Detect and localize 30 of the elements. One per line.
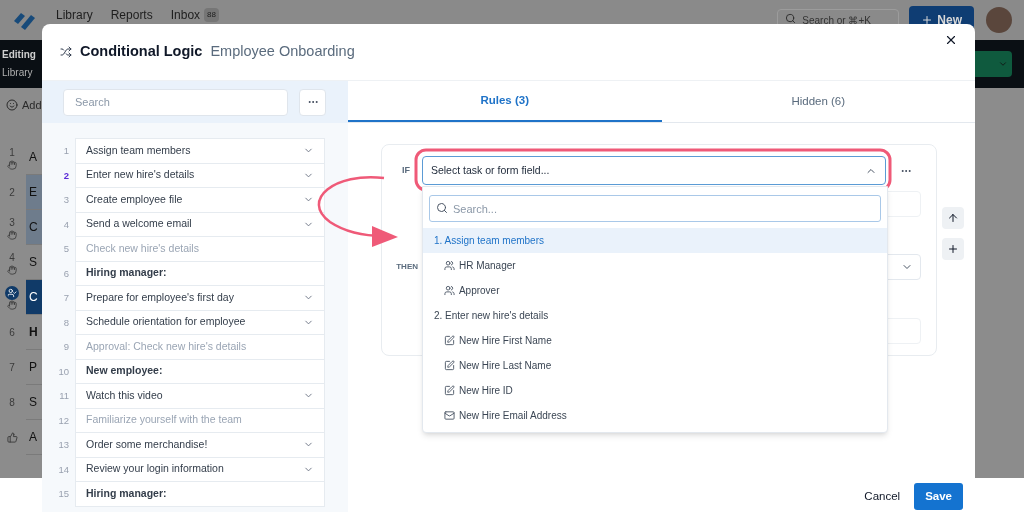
dialog-title: Conditional Logic <box>80 42 203 62</box>
step-number: 9 <box>62 340 70 355</box>
step-number: 8 <box>9 396 15 410</box>
step-number: 10 <box>57 364 70 379</box>
step-number: 11 <box>58 389 70 404</box>
step-number: 7 <box>9 361 15 375</box>
add-label: Add <box>22 97 42 113</box>
step-number: 3 <box>9 216 15 230</box>
step-number: 8 <box>62 315 70 330</box>
step-number: 2 <box>62 168 70 183</box>
then-label: THEN <box>395 261 419 273</box>
step-number: 1 <box>9 146 15 160</box>
edit-title: Editing <box>2 48 36 62</box>
step-number: 12 <box>57 413 70 428</box>
step-number: 1 <box>62 144 70 159</box>
step-number: 4 <box>9 251 15 265</box>
step-number: 13 <box>57 438 70 453</box>
edit-subtitle: Library <box>2 66 34 80</box>
step-number: 14 <box>57 462 70 477</box>
step-number: 3 <box>62 193 70 208</box>
dialog-subtitle: Employee Onboarding <box>210 42 355 62</box>
step-number: 2 <box>9 186 15 200</box>
step-number: 4 <box>62 217 70 232</box>
step-number: 6 <box>9 326 15 340</box>
if-label: IF <box>400 163 411 177</box>
step-number: 5 <box>62 242 70 257</box>
step-number: 7 <box>62 291 70 306</box>
count-badge: 88 <box>204 8 219 22</box>
step-number: 6 <box>62 266 70 281</box>
step-number: 15 <box>57 487 70 502</box>
